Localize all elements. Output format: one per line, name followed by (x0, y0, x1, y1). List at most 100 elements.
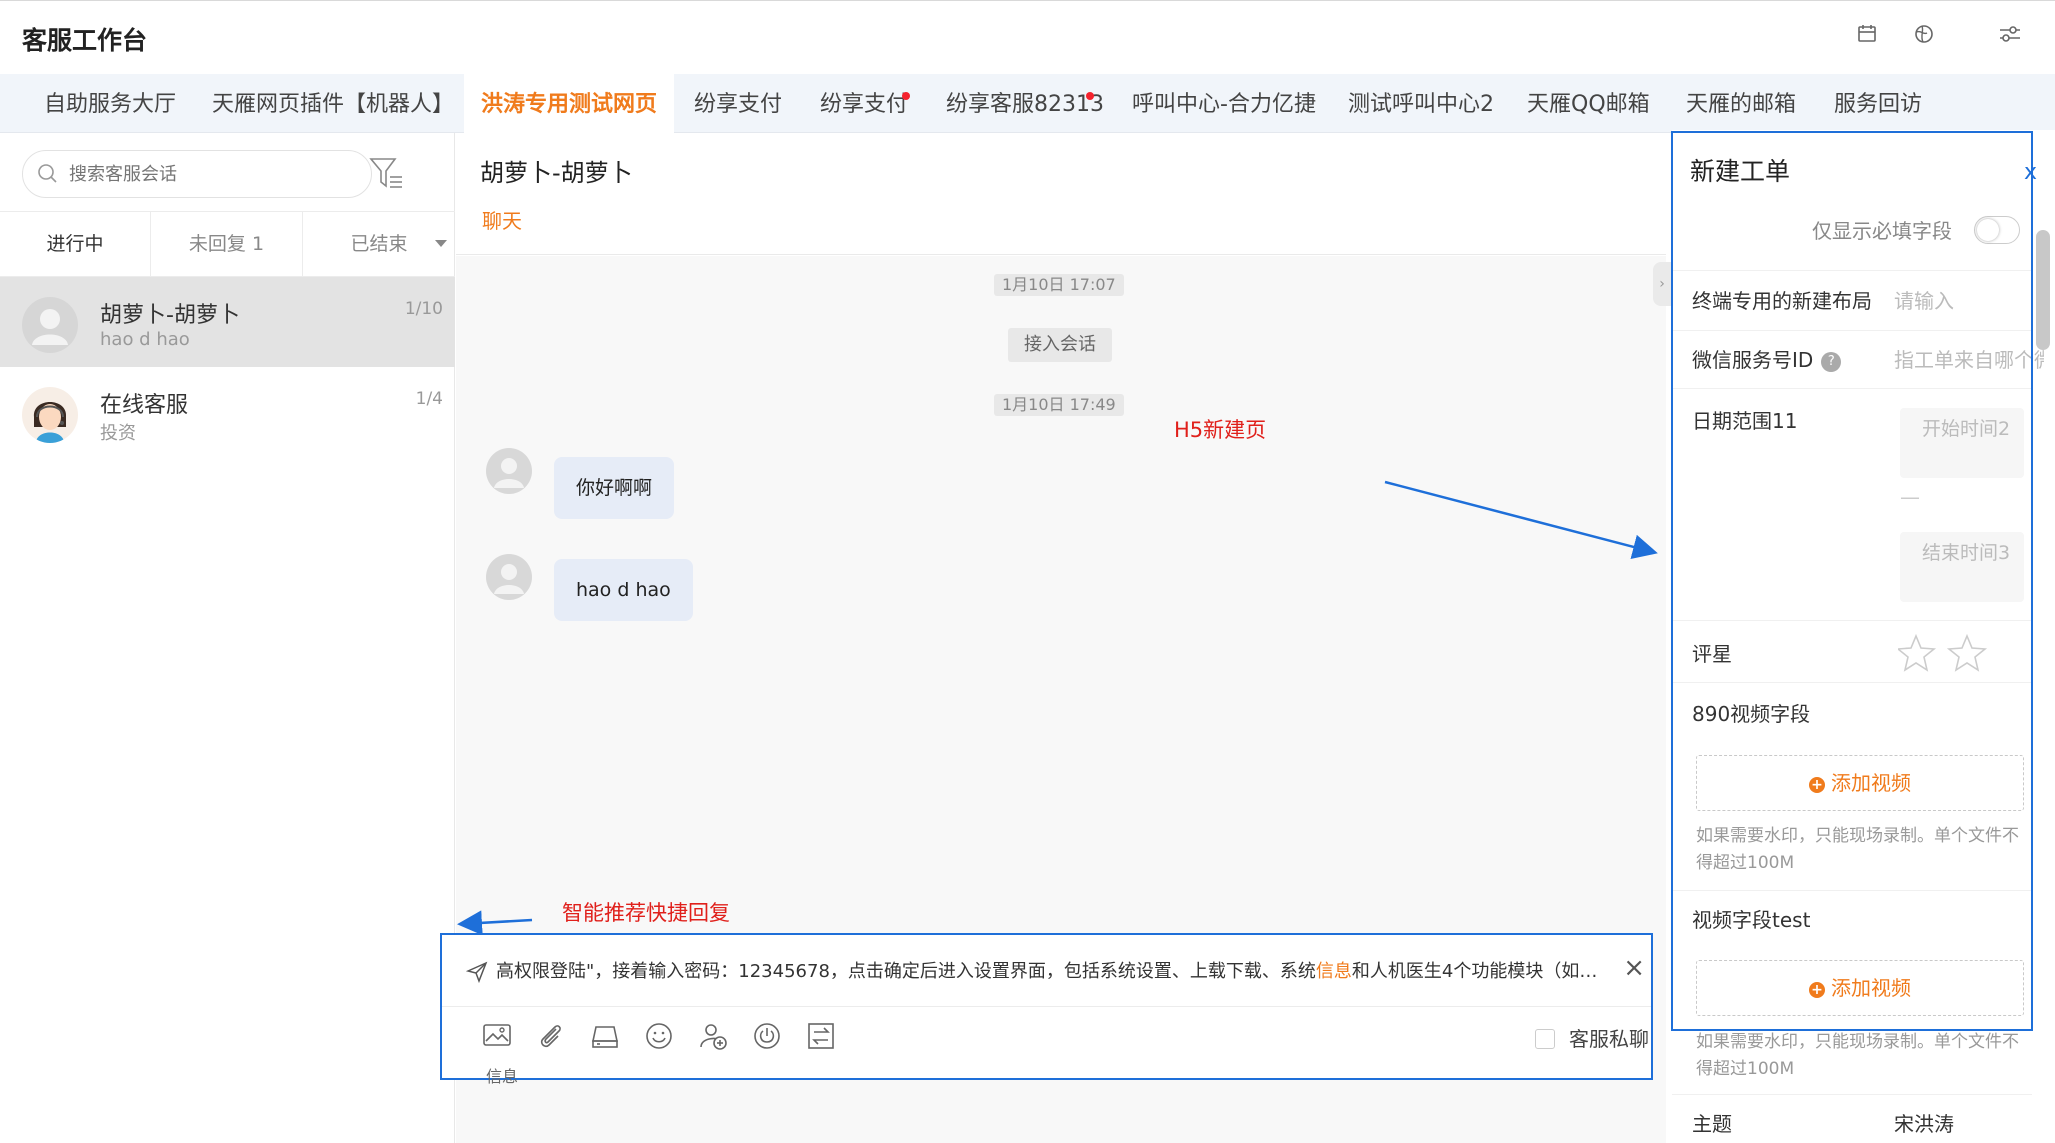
subject-label: 主题 (1692, 1112, 1732, 1136)
annotation-h5-new-page: H5新建页 (1174, 418, 1267, 442)
annotation-quick-reply: 智能推荐快捷回复 (562, 901, 730, 925)
app-title: 客服工作台 (22, 26, 148, 55)
divider (1672, 388, 2032, 389)
suggestion-text-before: 高权限登陆"，接着输入密码：12345678，点击确定后进入设置界面，包括系统设… (496, 961, 1316, 982)
status-subtabs: 进行中 未回复 1 已结束 (0, 211, 455, 277)
add-user-icon[interactable] (698, 1021, 728, 1051)
conversation-item[interactable]: 在线客服 投资 1/4 (0, 367, 455, 457)
new-ticket-panel: 新建工单 x 仅显示必填字段 终端专用的新建布局 请输入 微信服务号ID? 指工… (1672, 130, 2055, 1143)
close-ticket-button[interactable]: x (2024, 160, 2037, 185)
wechat-field-label: 微信服务号ID? (1692, 344, 1842, 373)
private-chat-option[interactable]: 客服私聊 (1535, 1023, 1649, 1052)
layout-field-input[interactable]: 请输入 (1894, 285, 2004, 314)
tab-qq-mail[interactable]: 天雁QQ邮箱 (1527, 74, 1650, 133)
search-icon (38, 164, 57, 183)
divider (1672, 330, 2032, 331)
video-hint: 如果需要水印，只能现场录制。单个文件不得超过100M (1696, 826, 2019, 873)
tab-fenxiang-pay-1[interactable]: 纷享支付 (694, 74, 782, 133)
avatar (22, 297, 78, 353)
top-bar: 客服工作台 (0, 0, 2055, 74)
agent-avatar (22, 387, 78, 443)
tool-label: 信息 (486, 1067, 519, 1086)
divider (1672, 1094, 2032, 1095)
conversation-preview: 投资 (100, 423, 136, 444)
tab-self-service[interactable]: 自助服务大厅 (44, 74, 176, 133)
system-message: 接入会话 (1008, 328, 1112, 362)
wechat-field-input[interactable]: 指工单来自哪个微信服务号 (1894, 344, 2044, 373)
tab-tianyan-mail[interactable]: 天雁的邮箱 (1686, 74, 1796, 133)
caret-down-icon[interactable] (435, 240, 447, 247)
tab-call-center-heli[interactable]: 呼叫中心-合力亿捷 (1132, 74, 1316, 133)
private-chat-label: 客服私聊 (1569, 1027, 1649, 1051)
conversation-item[interactable]: 胡萝卜-胡萝卜 hao d hao 1/10 (0, 277, 455, 367)
calendar-icon[interactable] (1853, 23, 1881, 51)
chat-title: 胡萝卜-胡萝卜 (480, 159, 633, 187)
add-video-button-2[interactable]: + 添加视频 (1696, 960, 2024, 1016)
tab-web-plugin-robot[interactable]: 天雁网页插件【机器人】 (212, 74, 454, 133)
video-hint: 如果需要水印，只能现场录制。单个文件不得超过100M (1696, 1032, 2019, 1079)
tab-chat[interactable]: 聊天 (482, 205, 522, 234)
unread-dot (902, 92, 910, 100)
suggestion-text: 高权限登陆"，接着输入密码：12345678，点击确定后进入设置界面，包括系统设… (496, 957, 1606, 983)
video2-field-label: 视频字段test (1692, 908, 1811, 932)
add-video-button[interactable]: + 添加视频 (1696, 755, 2024, 811)
tab-label: 纷享客服82313 (946, 92, 1104, 117)
globe-icon[interactable] (1910, 23, 1938, 51)
subtab-ended[interactable]: 已结束 (303, 212, 455, 277)
conversation-count: 1/4 (415, 389, 443, 409)
workbench-app: 客服工作台 自助服务大厅 天雁网页插件【机器人】 洪涛专用测试网页 纷享支付 纷… (0, 0, 2055, 1143)
tab-hongtao-test-page[interactable]: 洪涛专用测试网页 (464, 74, 674, 133)
subtab-unreplied[interactable]: 未回复 1 (151, 212, 303, 277)
star-icon (1898, 633, 1937, 672)
emoji-icon[interactable] (644, 1021, 674, 1051)
tab-fenxiang-service[interactable]: 纷享客服82313 (946, 74, 1104, 133)
divider (1672, 270, 2032, 271)
divider (1672, 890, 2032, 891)
conversation-preview: hao d hao (100, 329, 190, 350)
reply-box: 高权限登陆"，接着输入密码：12345678，点击确定后进入设置界面，包括系统设… (440, 933, 1653, 1086)
tab-fenxiang-pay-2[interactable]: 纷享支付 (820, 74, 910, 133)
private-chat-checkbox[interactable] (1535, 1029, 1555, 1049)
tab-label: 纷享支付 (820, 92, 909, 117)
close-icon[interactable]: × (1623, 953, 1645, 983)
wechat-field-label-text: 微信服务号ID (1692, 348, 1814, 372)
image-icon[interactable] (482, 1021, 512, 1051)
conversation-sidebar: 进行中 未回复 1 已结束 胡萝卜-胡萝卜 hao d hao 1/10 在线客… (0, 133, 455, 1143)
quick-reply-suggestion[interactable]: 高权限登陆"，接着输入密码：12345678，点击确定后进入设置界面，包括系统设… (442, 935, 1651, 1007)
collapse-panel-handle[interactable]: › (1653, 262, 1671, 306)
divider (1672, 620, 2032, 621)
date-range-label: 日期范围11 (1692, 409, 1798, 433)
video-field-label: 890视频字段 (1692, 702, 1811, 726)
rating-label: 评星 (1692, 642, 1732, 666)
help-icon[interactable]: ? (1821, 352, 1842, 372)
suggestion-text-after: 和人机医生4个功能模块（如下图所示），其中系统设置、上载下载、系统信息和人机医生… (1351, 961, 1606, 982)
date-end-input[interactable]: 结束时间3 (1900, 532, 2024, 602)
drive-icon[interactable] (590, 1021, 620, 1051)
plus-circle-icon: + (1809, 777, 1825, 793)
conversation-count: 1/10 (404, 299, 443, 319)
unread-dot (1086, 92, 1094, 100)
search-box (22, 150, 372, 198)
date-start-input[interactable]: 开始时间2 (1900, 408, 2024, 478)
filter-icon[interactable] (368, 155, 406, 193)
tab-service-revisit[interactable]: 服务回访 (1834, 74, 1922, 133)
conversation-name: 胡萝卜-胡萝卜 (100, 303, 240, 328)
required-only-toggle[interactable] (1974, 216, 2020, 244)
ticket-title: 新建工单 (1690, 157, 1791, 186)
avatar (486, 448, 532, 494)
subtab-in-progress[interactable]: 进行中 (0, 212, 151, 277)
send-plane-icon (466, 961, 488, 983)
required-only-label: 仅显示必填字段 (1812, 219, 1952, 243)
conversation-name: 在线客服 (100, 393, 189, 418)
attachment-icon[interactable] (536, 1021, 566, 1051)
transfer-icon[interactable] (806, 1021, 836, 1051)
settings-sliders-icon[interactable] (1996, 23, 2024, 51)
tab-call-center-2[interactable]: 测试呼叫中心2 (1348, 74, 1494, 133)
subject-value[interactable]: 宋洪涛 (1894, 1108, 1954, 1137)
avatar (486, 554, 532, 600)
search-input[interactable] (69, 159, 359, 189)
power-icon[interactable] (752, 1021, 782, 1051)
timestamp: 1月10日 17:49 (994, 394, 1124, 416)
scrollbar[interactable] (2036, 230, 2050, 350)
star-rating[interactable] (1898, 632, 2028, 682)
